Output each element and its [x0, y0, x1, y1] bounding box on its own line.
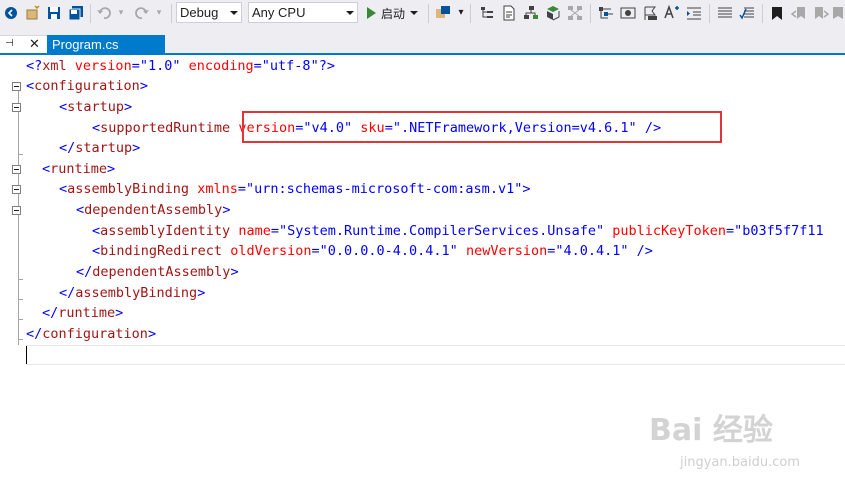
toolbar-overflow-icon[interactable]: ▾: [456, 3, 466, 23]
next-bookmark-icon[interactable]: [812, 3, 830, 23]
solution-platform-select[interactable]: Any CPU: [248, 2, 358, 23]
code-line: <dependentAssembly>: [76, 202, 231, 218]
code-line: <assemblyIdentity name="System.Runtime.C…: [92, 223, 824, 239]
bookmark-icon[interactable]: [768, 3, 786, 23]
code-line: <?xml version="1.0" encoding="utf-8"?>: [26, 58, 335, 74]
comment-icon[interactable]: [716, 3, 734, 23]
undo-icon[interactable]: [95, 3, 113, 23]
code-line: </configuration>: [26, 326, 157, 342]
redo-icon[interactable]: [133, 3, 151, 23]
outline-guide: [18, 91, 19, 345]
redo-dropdown-icon[interactable]: ▾: [155, 3, 163, 23]
separator: [428, 4, 429, 23]
uncomment-icon[interactable]: [738, 3, 756, 23]
watermark-logo: Bai 经验: [649, 413, 773, 448]
build-icon[interactable]: [597, 3, 615, 23]
code-line: <startup>: [59, 99, 133, 115]
code-line: <assemblyBinding xmlns="urn:schemas-micr…: [59, 181, 531, 197]
code-line: </assemblyBinding>: [59, 285, 206, 301]
back-icon[interactable]: [2, 3, 20, 23]
text-caret: [26, 346, 27, 364]
navigate-icon[interactable]: [478, 3, 496, 23]
solution-configuration-select[interactable]: Debug: [176, 2, 242, 23]
separator: [590, 4, 591, 23]
current-line-highlight: [26, 345, 845, 365]
start-icon: [367, 7, 376, 19]
outline-end: [18, 319, 23, 320]
flag-icon[interactable]: [641, 3, 659, 23]
properties-icon[interactable]: [500, 3, 518, 23]
class-view-icon[interactable]: [544, 3, 562, 23]
outline-end: [18, 299, 23, 300]
undo-dropdown-icon[interactable]: ▾: [117, 3, 125, 23]
diagram-icon[interactable]: [522, 3, 540, 23]
clear-bookmarks-icon[interactable]: [832, 3, 844, 23]
separator: [171, 4, 172, 23]
code-line: <bindingRedirect oldVersion="0.0.0.0-4.0…: [92, 243, 653, 259]
start-label: 启动: [381, 6, 406, 21]
watermark-url: jingyan.baidu.com: [680, 455, 800, 470]
code-line: </runtime>: [42, 305, 124, 321]
start-button[interactable]: 启动: [363, 3, 419, 23]
platform-value: Any CPU: [252, 5, 306, 20]
save-icon[interactable]: [45, 3, 63, 23]
outline-end: [18, 279, 23, 280]
annotation-highlight-box: [242, 111, 722, 143]
standard-toolbar: ▾ ▾ Debug Any CPU 启动 ▾: [0, 0, 845, 27]
code-line: <runtime>: [42, 161, 116, 177]
collapse-icon[interactable]: [12, 206, 21, 215]
prev-bookmark-icon[interactable]: [790, 3, 808, 23]
collapse-icon[interactable]: [12, 165, 21, 174]
config-value: Debug: [180, 5, 219, 20]
separator: [90, 4, 91, 23]
close-icon[interactable]: ✕: [29, 37, 40, 52]
save-all-icon[interactable]: [67, 3, 85, 23]
code-line: </startup>: [59, 140, 141, 156]
font-size-icon[interactable]: [663, 3, 681, 23]
chevron-down-icon: [230, 11, 238, 15]
separator: [470, 4, 471, 23]
indent-icon[interactable]: [685, 3, 703, 23]
outline-end: [18, 339, 23, 340]
pin-icon[interactable]: ⊣: [5, 38, 14, 49]
chevron-down-icon: [410, 11, 419, 15]
nuget-icon[interactable]: [434, 3, 452, 23]
hierarchy-icon[interactable]: [566, 3, 584, 23]
outline-end: [18, 154, 23, 155]
collapse-icon[interactable]: [12, 185, 21, 194]
watermark: Bai 经验 jingyan.baidu.com: [645, 405, 840, 477]
tab-program-cs[interactable]: Program.cs: [47, 35, 165, 55]
document-tab-strip: ⊣ ✕ Program.cs: [0, 27, 845, 56]
separator: [762, 4, 763, 23]
collapse-icon[interactable]: [12, 103, 21, 112]
collapse-icon[interactable]: [12, 82, 21, 91]
chevron-down-icon: [346, 11, 354, 15]
new-item-icon[interactable]: [24, 3, 42, 23]
code-line: <configuration>: [26, 78, 148, 94]
separator: [709, 4, 710, 23]
code-line: </dependentAssembly>: [76, 264, 239, 280]
debug-window-icon[interactable]: [619, 3, 637, 23]
